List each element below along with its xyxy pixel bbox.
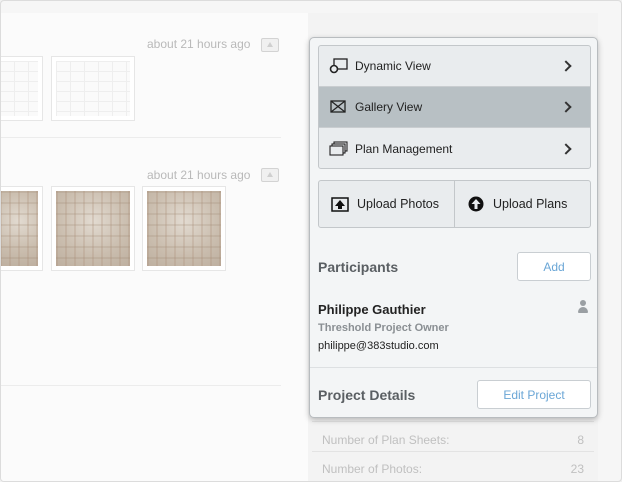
feed-divider (1, 137, 281, 138)
gallery-view-item[interactable]: Gallery View (319, 87, 590, 128)
dynamic-view-item[interactable]: Dynamic View (319, 46, 590, 87)
plan-thumbnail[interactable] (51, 56, 135, 121)
photo-thumbnail[interactable] (142, 186, 226, 271)
plan-thumbnail[interactable] (1, 56, 43, 121)
activity-feed: about 21 hours ago about 21 hours ago (1, 13, 308, 481)
feed-timestamp: about 21 hours ago (147, 168, 251, 182)
person-icon[interactable] (578, 300, 588, 313)
upload-photos-button[interactable]: Upload Photos (319, 181, 454, 227)
app-window: about 21 hours ago about 21 hours ago Nu… (0, 0, 622, 482)
stat-value: 8 (577, 433, 584, 447)
project-details-heading: Project Details (318, 387, 416, 403)
participants-heading: Participants (318, 259, 399, 275)
plan-management-item[interactable]: Plan Management (319, 128, 590, 168)
upload-icon[interactable] (261, 38, 279, 52)
gallery-view-icon (329, 99, 349, 115)
upload-plans-label: Upload Plans (493, 197, 568, 211)
plan-management-icon (329, 140, 349, 157)
stat-label: Number of Photos: (322, 462, 423, 476)
photo-thumbnail[interactable] (51, 186, 135, 271)
feed-timestamp: about 21 hours ago (147, 37, 251, 51)
view-menu: Dynamic View Gallery View Plan Managemen… (318, 45, 591, 169)
feed-divider (1, 385, 281, 386)
view-item-label: Dynamic View (355, 59, 431, 73)
upload-plans-icon (467, 196, 485, 212)
upload-plans-button[interactable]: Upload Plans (454, 181, 590, 227)
photo-thumbnail[interactable] (1, 186, 43, 271)
chevron-right-icon (560, 142, 572, 155)
stat-row-plan-sheets: Number of Plan Sheets: 8 (322, 433, 584, 447)
stat-value: 23 (570, 462, 584, 476)
stat-row-photos: Number of Photos: 23 (322, 462, 584, 476)
upload-actions: Upload Photos Upload Plans (318, 180, 591, 228)
chevron-right-icon (560, 101, 572, 113)
chevron-right-icon (560, 60, 572, 72)
participant-role: Threshold Project Owner (318, 322, 449, 334)
edit-project-button[interactable]: Edit Project (477, 380, 591, 409)
add-participant-button[interactable]: Add (517, 252, 591, 281)
upload-photos-icon (331, 196, 349, 212)
upload-icon[interactable] (261, 168, 279, 182)
stats-divider (312, 421, 594, 422)
stat-label: Number of Plan Sheets: (322, 433, 450, 447)
participant-name: Philippe Gauthier (318, 302, 426, 317)
view-item-label: Gallery View (355, 100, 423, 114)
project-menu-popover: Dynamic View Gallery View Plan Managemen… (309, 37, 598, 418)
panel-divider (310, 367, 597, 368)
stats-divider (312, 451, 594, 452)
participant-email[interactable]: philippe@383studio.com (318, 340, 439, 352)
dynamic-view-icon (329, 58, 349, 74)
upload-photos-label: Upload Photos (357, 197, 440, 211)
view-item-label: Plan Management (355, 141, 453, 156)
